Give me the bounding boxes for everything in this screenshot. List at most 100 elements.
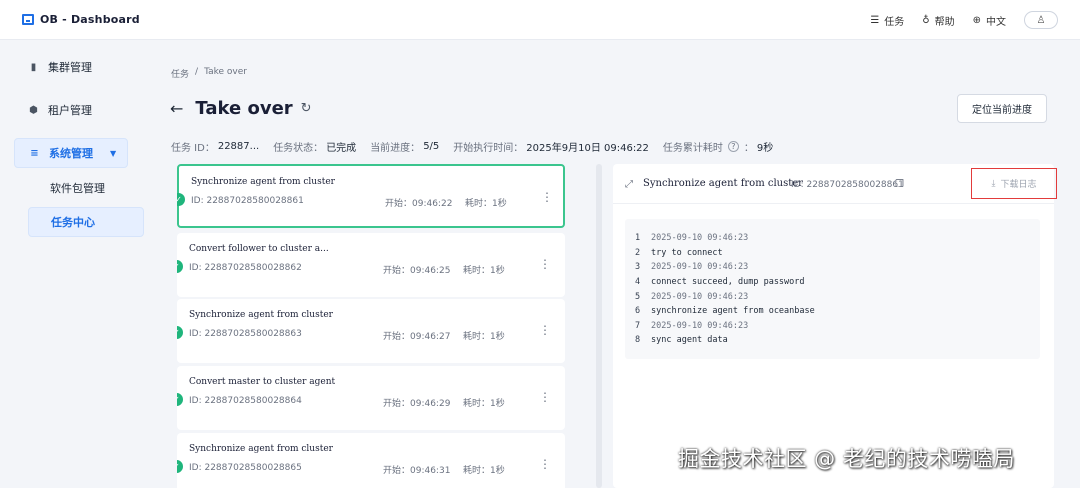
sidebar-item-cluster[interactable]: ▮ 集群管理 [14,52,128,82]
log-text: try to connect [651,247,723,258]
locate-progress-button[interactable]: 定位当前进度 [957,94,1047,123]
page-title: Take over [195,98,293,119]
sidebar-item-label: 系统管理 [49,147,93,160]
help-label: 帮助 [934,16,955,28]
sidebar-item-system[interactable]: ≡ 系统管理 ▼ [14,138,128,168]
log-text: 2025-09-10 09:46:23 [651,291,749,302]
person-icon: ♙ [1036,14,1046,26]
sidebar-item-tenant[interactable]: ⬢ 租户管理 [14,95,128,125]
meta-elapsed: 任务累计耗时 ? ： 9秒 [663,139,773,154]
check-circle-icon: ✓ [177,326,183,339]
meta-label: 任务状态： [273,143,324,154]
more-vertical-icon[interactable]: ⋮ [539,258,551,270]
meta-value: 已完成 [326,143,357,154]
log-line: 1 2025-09-10 09:46:23 [635,231,1040,246]
task-id: ID: 22887028580028864 [189,396,302,406]
meta-label: 任务 ID： [171,143,215,154]
more-vertical-icon[interactable]: ⋮ [539,458,551,470]
line-number: 8 [635,335,641,346]
task-start: 开始：09:46:25 [383,266,451,276]
download-label: 下载日志 [1000,180,1037,190]
check-circle-icon: ✓ [177,460,183,473]
cube-icon: ⬢ [29,104,38,116]
scrollbar[interactable] [596,164,602,488]
more-vertical-icon[interactable]: ⋮ [541,191,553,203]
question-icon[interactable]: ? [727,141,739,152]
task-list: ✓ Synchronize agent from cluster ID: 228… [177,164,565,488]
lightbulb-icon: ♁ [922,14,930,26]
meta-task-status: 任务状态： 已完成 [273,139,356,154]
meta-label: 任务累计耗时 [662,143,723,154]
download-log-button[interactable]: ⤓ 下载日志 [971,168,1057,199]
watermark: 掘金技术社区 @ 老纪的技术唠嗑局 [678,447,1015,471]
title-row: ← Take over ↻ [170,98,312,119]
list-icon: ☰ [870,14,880,26]
meta-value: 9秒 [756,143,774,154]
log-text: 2025-09-10 09:46:23 [651,262,749,273]
task-name: Convert follower to cluster a... [189,244,329,254]
log-panel: ⤢ Synchronize agent from cluster ID: 228… [613,164,1057,488]
help-menu[interactable]: ♁ 帮助 [922,13,954,28]
sidebar-subitem-task-center[interactable]: 任务中心 [28,207,144,237]
meta-label: 开始执行时间： [453,143,524,154]
task-duration: 耗时：1秒 [463,466,505,476]
line-number: 2 [635,247,641,258]
task-name: Synchronize agent from cluster [189,310,333,320]
log-line: 7 2025-09-10 09:46:23 [635,319,1040,334]
breadcrumb: 任务 / Take over [171,67,247,80]
tasks-label: 任务 [884,16,905,28]
logo-icon [22,14,34,25]
download-icon: ⤓ [991,178,996,189]
sidebar: ▮ 集群管理 ⬢ 租户管理 ≡ 系统管理 ▼ 软件包管理 任务中心 [0,40,145,488]
sidebar-subitem-label: 任务中心 [51,216,95,229]
task-card[interactable]: ✓ Convert master to cluster agent ID: 22… [177,366,565,430]
task-card[interactable]: ✓ Synchronize agent from cluster ID: 228… [177,433,565,488]
back-arrow-icon[interactable]: ← [170,99,183,118]
meta-progress: 当前进度： 5/5 [370,139,439,154]
copy-icon[interactable]: ❐ [895,179,904,190]
check-circle-icon: ✓ [177,193,185,206]
task-meta: 任务 ID： 22887... 任务状态： 已完成 当前进度： 5/5 开始执行… [171,139,787,154]
sidebar-item-label: 租户管理 [48,104,92,117]
task-name: Synchronize agent from cluster [189,444,333,454]
line-number: 7 [635,320,641,331]
more-vertical-icon[interactable]: ⋮ [539,391,551,403]
task-card[interactable]: ✓ Synchronize agent from cluster ID: 228… [177,164,565,228]
sidebar-subitem-packages[interactable]: 软件包管理 [28,173,144,203]
app-logo[interactable]: OB - Dashboard [22,13,140,26]
refresh-icon[interactable]: ↻ [301,101,312,116]
task-duration: 耗时：1秒 [463,266,505,276]
breadcrumb-separator: / [195,67,199,77]
task-card[interactable]: ✓ Convert follower to cluster a... ID: 2… [177,233,565,297]
task-duration: 耗时：1秒 [465,199,507,209]
log-task-id: ID: 22887028580028861 [791,180,904,190]
log-line: 8 sync agent data [635,333,1040,348]
log-text: connect succeed, dump password [651,277,805,288]
user-avatar[interactable]: ♙ [1024,11,1058,29]
top-bar: OB - Dashboard ☰ 任务 ♁ 帮助 ⊕ 中文 ♙ [0,0,1080,40]
log-text: 2025-09-10 09:46:23 [651,233,749,244]
language-switch[interactable]: ⊕ 中文 [973,13,1006,28]
meta-start-time: 开始执行时间： 2025年9月10日 09:46:22 [453,139,649,154]
sidebar-item-label: 集群管理 [48,61,92,74]
breadcrumb-parent[interactable]: 任务 [171,67,189,80]
tasks-menu[interactable]: ☰ 任务 [870,13,904,28]
line-number: 6 [635,306,641,317]
log-line: 3 2025-09-10 09:46:23 [635,260,1040,275]
task-id: ID: 22887028580028862 [189,263,302,273]
meta-label: 当前进度： [370,143,421,154]
log-text: sync agent data [651,335,728,346]
log-title: Synchronize agent from cluster [643,178,803,189]
more-vertical-icon[interactable]: ⋮ [539,324,551,336]
bar-chart-icon: ▮ [30,61,37,73]
task-card[interactable]: ✓ Synchronize agent from cluster ID: 228… [177,299,565,363]
task-start: 开始：09:46:27 [383,332,451,342]
breadcrumb-current: Take over [204,67,247,77]
expand-icon[interactable]: ⤢ [625,179,633,190]
line-number: 1 [635,233,641,244]
caret-down-icon: ▼ [110,148,117,158]
task-id: ID: 22887028580028861 [191,196,304,206]
globe-icon: ⊕ [972,14,981,26]
line-number: 5 [635,291,641,302]
line-number: 3 [635,262,641,273]
